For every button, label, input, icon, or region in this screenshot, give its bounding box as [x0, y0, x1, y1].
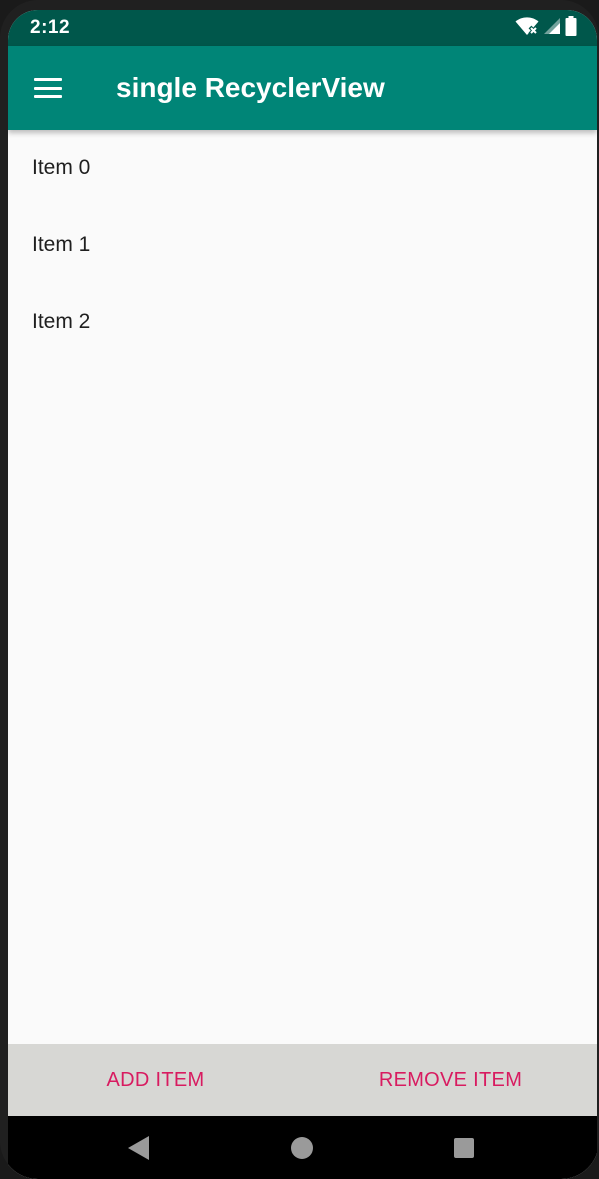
recents-icon[interactable] — [454, 1138, 474, 1158]
list-item-label: Item 0 — [32, 156, 91, 179]
home-icon[interactable] — [291, 1137, 313, 1159]
wifi-icon — [515, 16, 539, 41]
app-title: single RecyclerView — [116, 72, 385, 103]
device-frame: 2:12 single RecyclerView Item 0 Item 1 I… — [0, 0, 599, 1179]
status-bar: 2:12 — [8, 10, 597, 46]
list-item[interactable]: Item 2 — [8, 284, 597, 361]
list-item-label: Item 2 — [32, 310, 91, 333]
back-icon[interactable] — [128, 1136, 149, 1160]
app-bar: single RecyclerView — [8, 46, 597, 130]
list-item[interactable]: Item 1 — [8, 207, 597, 284]
recycler-view[interactable]: Item 0 Item 1 Item 2 — [8, 130, 597, 1044]
status-icons — [515, 15, 577, 41]
bottom-button-bar: ADD ITEM REMOVE ITEM — [8, 1044, 597, 1116]
remove-item-button[interactable]: REMOVE ITEM — [338, 1044, 563, 1116]
navigation-bar — [8, 1116, 597, 1179]
status-time: 2:12 — [30, 17, 71, 38]
list-item[interactable]: Item 0 — [8, 130, 597, 207]
cellular-signal-icon — [543, 17, 561, 40]
screen: 2:12 single RecyclerView Item 0 Item 1 I… — [8, 10, 597, 1179]
list-item-label: Item 1 — [32, 233, 91, 256]
hamburger-menu-icon[interactable] — [28, 68, 68, 108]
add-item-button[interactable]: ADD ITEM — [48, 1044, 263, 1116]
battery-icon — [565, 15, 577, 41]
